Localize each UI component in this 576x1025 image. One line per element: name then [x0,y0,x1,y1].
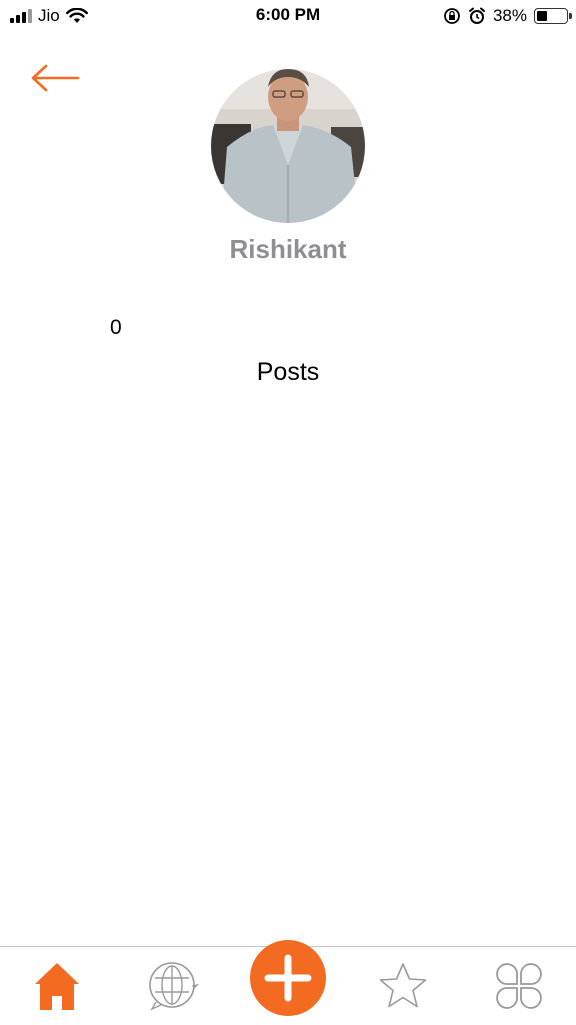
add-post-button[interactable] [250,940,326,1016]
posts-count: 0 [110,316,122,339]
tab-favorites[interactable] [372,947,434,1025]
profile-name: Rishikant [229,234,347,264]
profile-avatar [211,69,365,223]
apps-grid-icon [496,963,542,1009]
battery-icon [534,8,572,24]
bottom-tab-bar [0,940,576,1025]
tab-home[interactable] [26,947,88,1025]
rotation-lock-icon [444,8,460,24]
status-bar: Jio 6:00 PM 38% [0,0,576,32]
arrow-left-icon [31,64,80,92]
plus-icon [264,954,312,1002]
status-right: 38% [443,6,572,26]
globe-chat-icon [149,962,200,1011]
tab-explore[interactable] [142,947,204,1025]
star-icon [379,963,427,1008]
tab-add-post[interactable] [249,939,327,1017]
battery-percent: 38% [492,6,527,25]
home-icon [35,963,79,1010]
posts-label[interactable]: Posts [0,358,576,387]
tab-more[interactable] [486,947,552,1025]
back-button[interactable] [28,58,84,98]
alarm-icon [468,7,485,24]
